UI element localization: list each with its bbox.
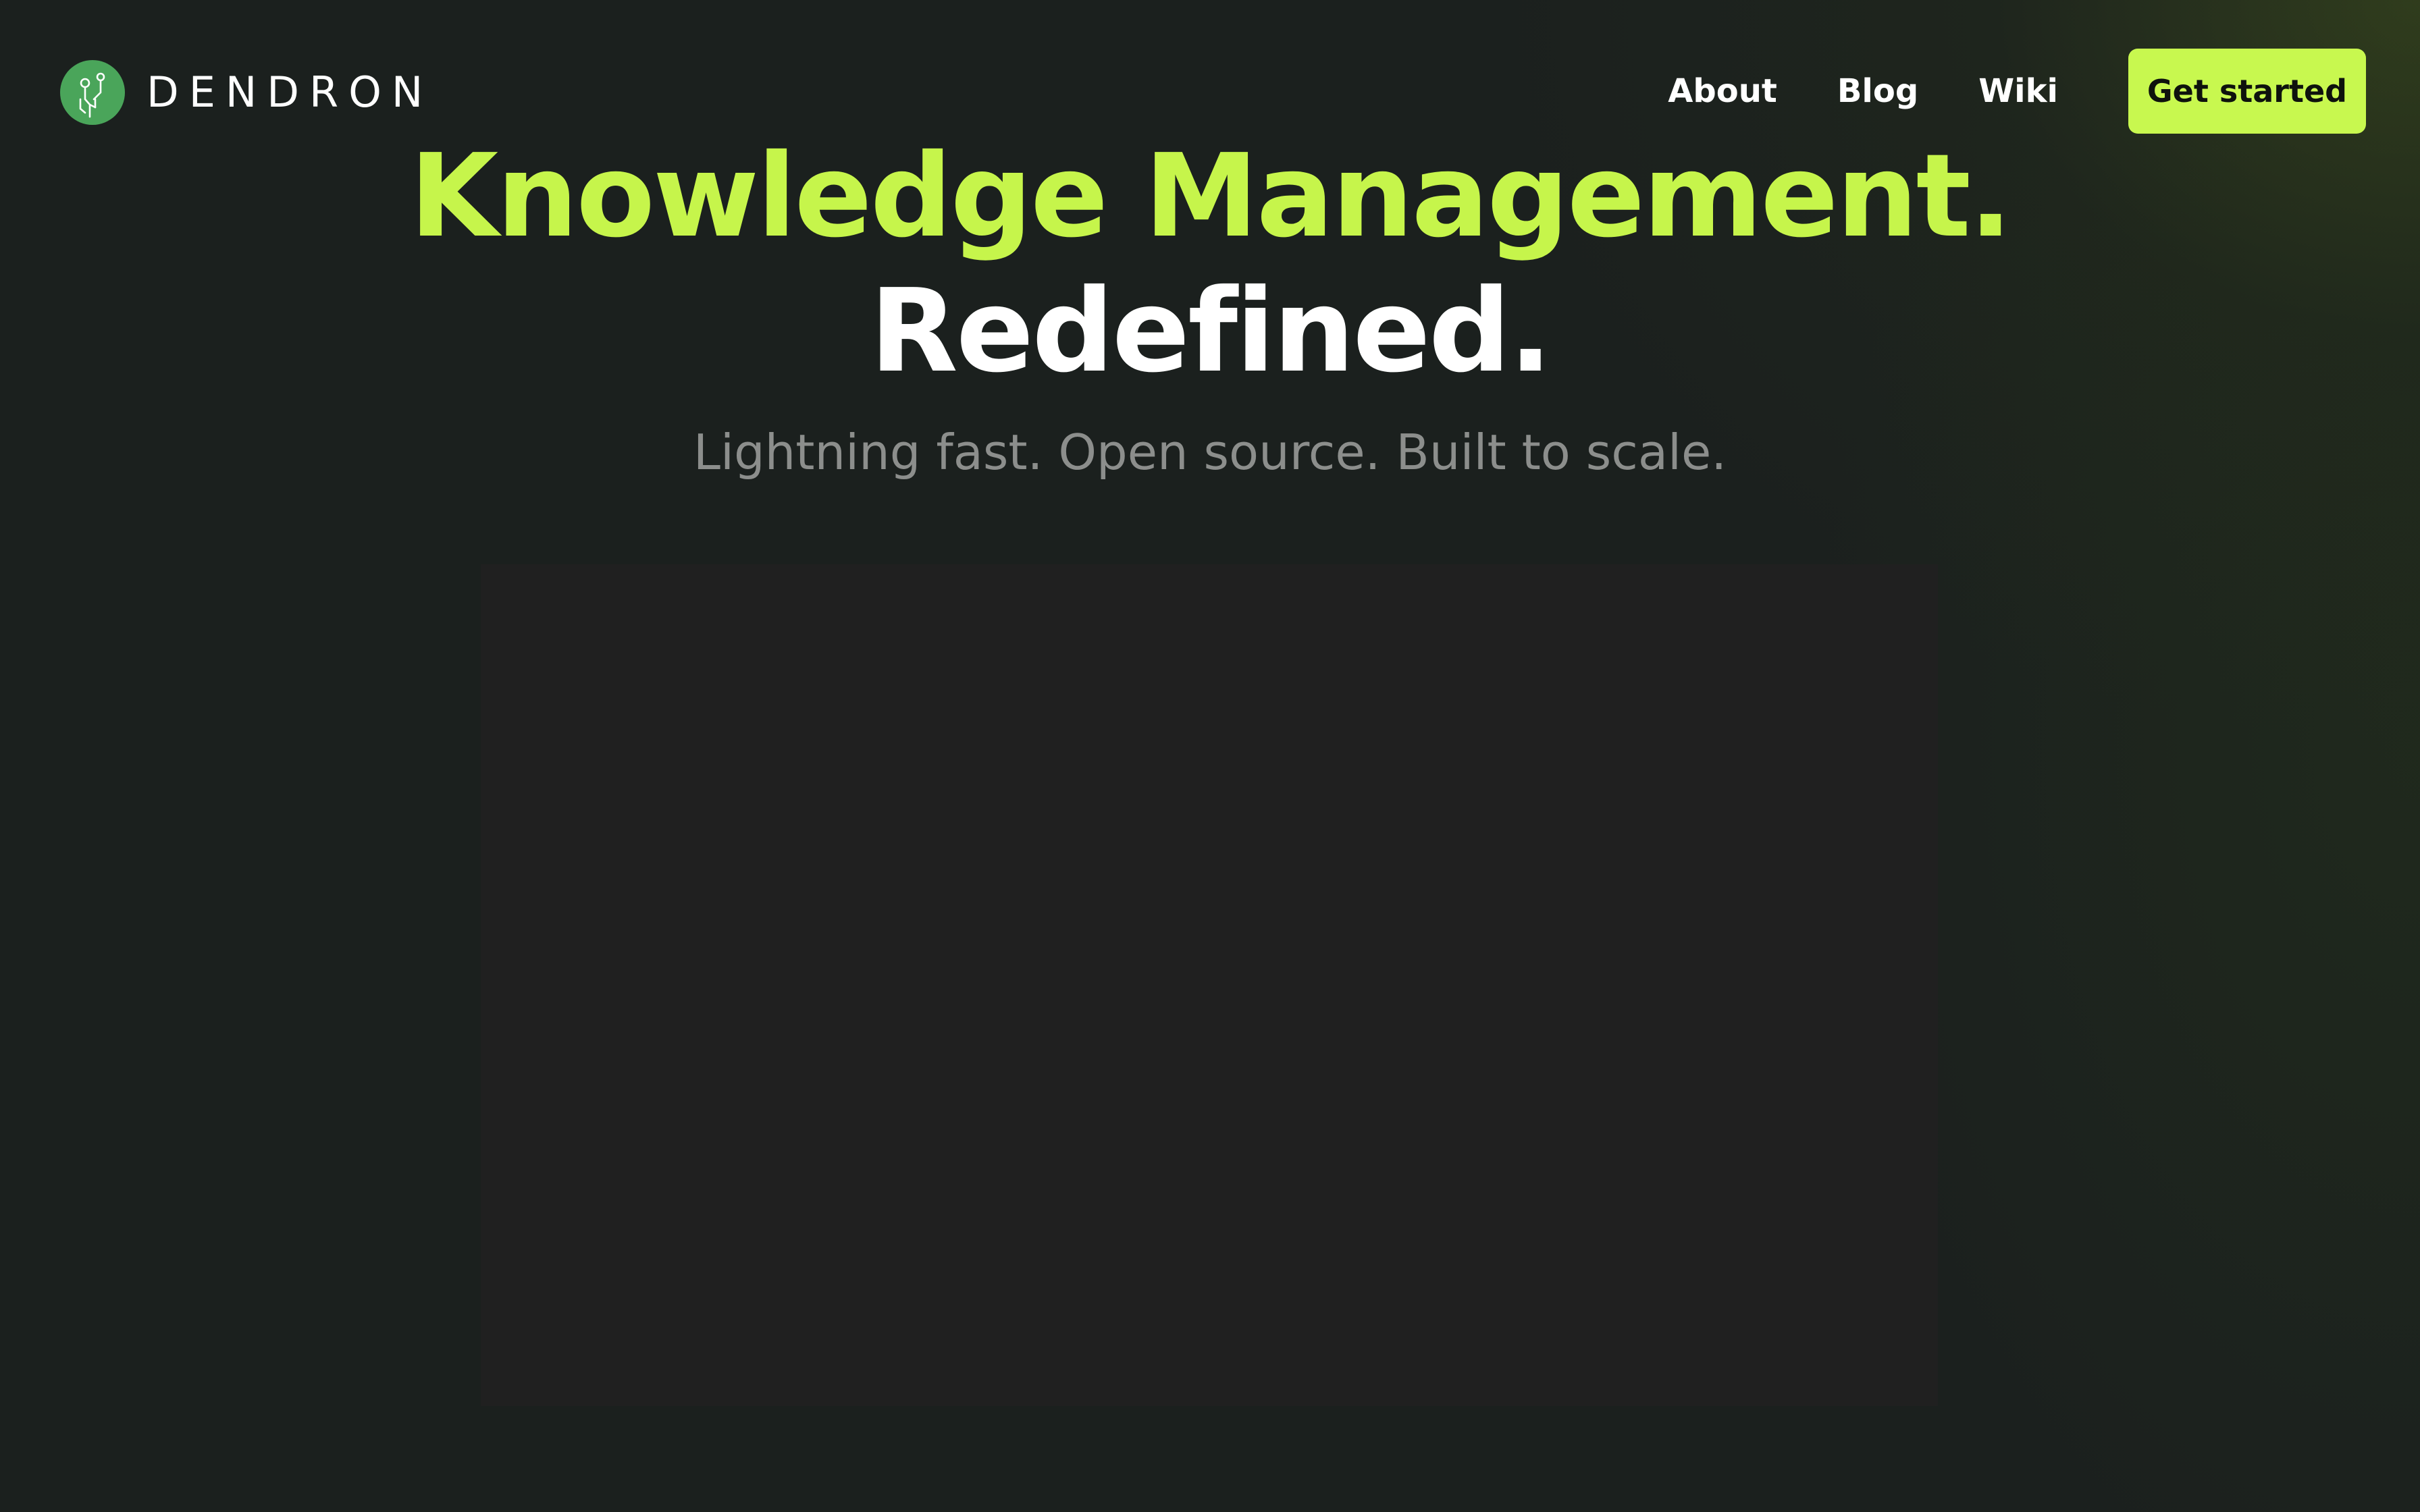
get-started-button[interactable]: Get started (2128, 49, 2366, 134)
dendron-tree-icon (60, 60, 125, 125)
brand-name: DENDRON (147, 68, 433, 117)
nav-link-blog[interactable]: Blog (1837, 72, 1918, 110)
brand-home-link[interactable]: DENDRON (60, 60, 433, 125)
hero-headline: Redefined. (869, 265, 1552, 398)
hero-headline-accent: Knowledge Management. (409, 130, 2013, 263)
nav-links: About Blog Wiki Get started (1668, 49, 2366, 134)
hero-subheadline: Lightning fast. Open source. Built to sc… (693, 424, 1727, 481)
nav-link-about[interactable]: About (1668, 72, 1777, 110)
hero-media-placeholder (481, 564, 1938, 1406)
nav-link-wiki[interactable]: Wiki (1978, 72, 2058, 110)
